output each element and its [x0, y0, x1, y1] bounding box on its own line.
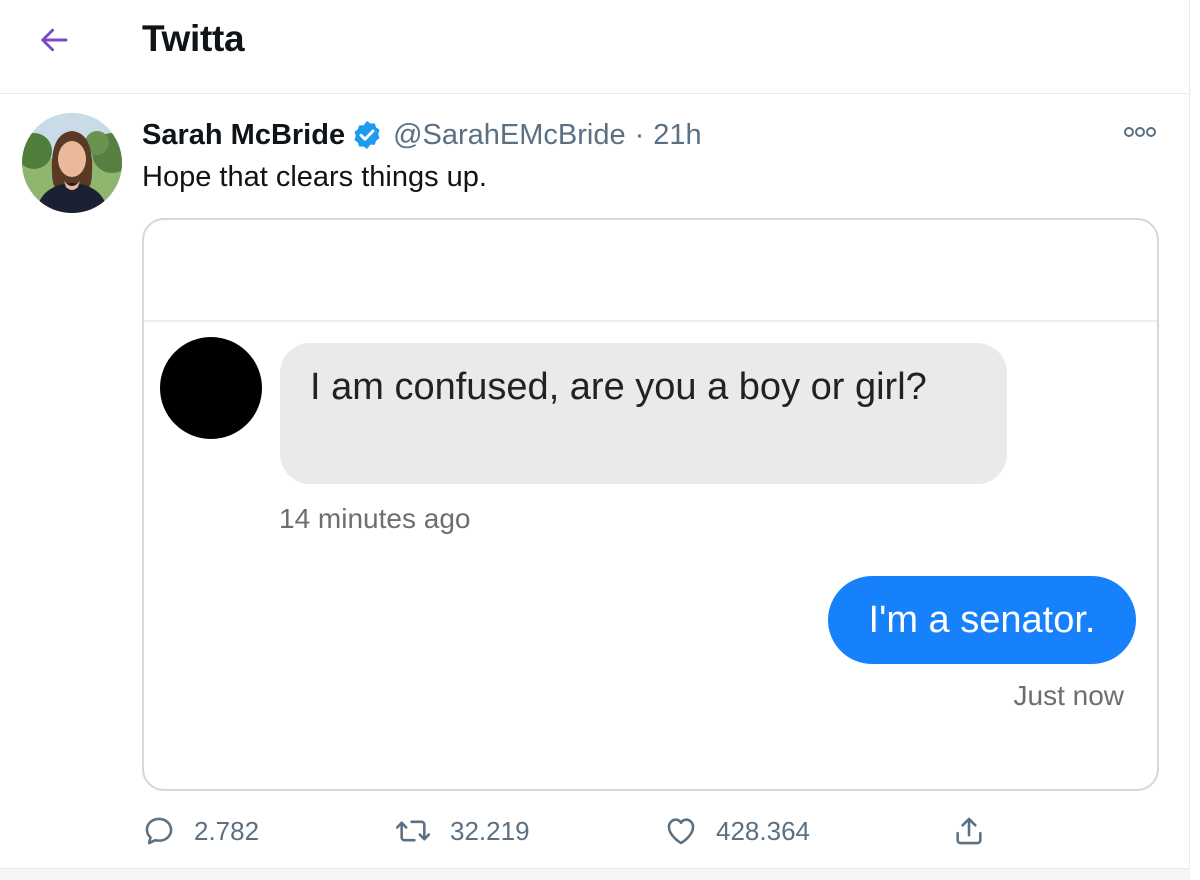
page-title: Twitta [142, 18, 245, 59]
reply-icon [145, 817, 173, 845]
tweet-page: Twitta Sarah McBride @SarahEMcBride · 21… [0, 0, 1190, 880]
tweet-timestamp[interactable]: 21h [653, 119, 701, 152]
like-button[interactable]: 428.364 [664, 807, 810, 855]
like-count: 428.364 [716, 815, 810, 846]
tweet-text: Hope that clears things up. [142, 161, 487, 193]
meta-separator: · [634, 118, 645, 151]
share-button[interactable] [952, 807, 986, 855]
tweet-header: Sarah McBride @SarahEMcBride · 21h [142, 115, 702, 155]
author-handle[interactable]: @SarahEMcBride [393, 119, 626, 152]
screenshot-divider [144, 320, 1157, 322]
author-avatar[interactable] [22, 113, 122, 213]
sender-avatar [160, 337, 262, 439]
incoming-message-bubble: I am confused, are you a boy or girl? [280, 343, 1007, 484]
retweet-button[interactable]: 32.219 [394, 807, 530, 855]
share-icon [956, 817, 982, 845]
page-header: Twitta [0, 0, 1190, 94]
incoming-message-time: 14 minutes ago [279, 503, 471, 534]
retweet-count: 32.219 [450, 815, 530, 846]
retweet-icon [395, 820, 431, 842]
reply-count: 2.782 [194, 815, 260, 846]
outgoing-message-time: Just now [1013, 680, 1125, 711]
author-name[interactable]: Sarah McBride [142, 119, 345, 152]
verified-badge-icon [351, 119, 383, 151]
back-button[interactable] [30, 18, 78, 62]
more-horizontal-icon [1124, 127, 1156, 137]
reply-button[interactable]: 2.782 [142, 807, 259, 855]
tweet-actions: 2.782 32.219 428.364 [142, 807, 1142, 855]
tweet[interactable]: Sarah McBride @SarahEMcBride · 21h Hope … [0, 95, 1190, 870]
arrow-left-icon [41, 28, 68, 52]
outgoing-message-bubble: I'm a senator. [828, 576, 1136, 664]
outgoing-message-text: I'm a senator. [868, 598, 1096, 641]
heart-icon [667, 818, 695, 845]
more-options-button[interactable] [1118, 117, 1162, 147]
tweet-media-image[interactable]: I am confused, are you a boy or girl? 14… [142, 218, 1159, 791]
tweet-bottom-divider [0, 868, 1190, 880]
